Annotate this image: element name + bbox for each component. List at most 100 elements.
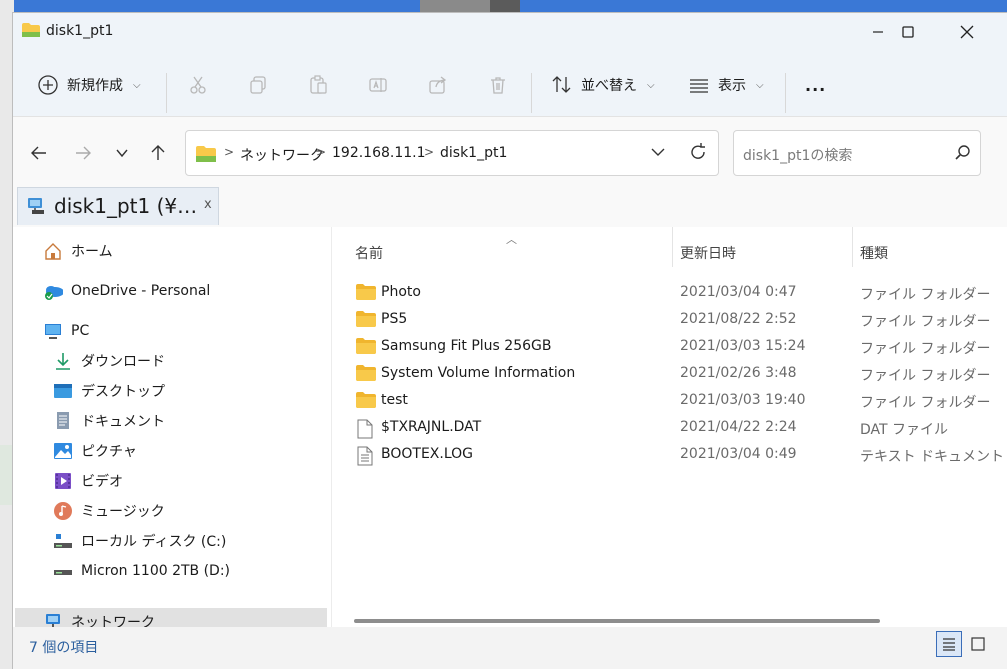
file-row[interactable]: test 2021/03/03 19:40 ファイル フォルダー	[332, 387, 1007, 414]
file-list-pane: ︿ 名前 更新日時 種類 Photo 2021/03/04 0:47 ファイル フォ…	[331, 227, 1007, 627]
divider	[531, 73, 532, 113]
file-name: BOOTEX.LOG	[381, 446, 474, 462]
file-date: 2021/08/22 2:52	[680, 311, 797, 327]
breadcrumb-chevron-icon: >	[224, 145, 235, 159]
sidebar-item-documents[interactable]: ドキュメント	[53, 407, 165, 435]
file-row[interactable]: Samsung Fit Plus 256GB 2021/03/03 15:24 ファ…	[332, 333, 1007, 360]
up-button[interactable]	[144, 139, 172, 167]
forward-button[interactable]	[69, 139, 97, 167]
address-bar[interactable]: > ネットワーク > 192.168.11.1 > disk1_pt1	[185, 130, 719, 176]
file-name: $TXRAJNL.DAT	[381, 419, 482, 435]
sidebar-item-pictures[interactable]: ピクチャ	[53, 437, 137, 465]
sidebar-item-label: ホーム	[71, 244, 113, 260]
close-button[interactable]	[938, 13, 996, 51]
recent-locations-button[interactable]	[108, 139, 136, 167]
file-icon	[356, 419, 374, 443]
breadcrumb-share[interactable]: disk1_pt1	[440, 145, 507, 161]
navigation-pane: ホーム OneDrive - Personal PC ダウンロード デスクトップ	[13, 227, 331, 636]
pc-icon	[43, 321, 63, 341]
sort-button[interactable]: 並べ替え ⌵	[551, 71, 655, 99]
search-box[interactable]: disk1_pt1の検索	[733, 130, 981, 176]
sidebar-item-onedrive[interactable]: OneDrive - Personal	[43, 277, 210, 305]
list-view-icon	[690, 79, 708, 93]
sidebar-item-drive-c[interactable]: ローカル ディスク (C:)	[53, 527, 226, 555]
desktop-icon	[53, 381, 73, 401]
file-row[interactable]: PS5 2021/08/22 2:52 ファイル フォルダー	[332, 306, 1007, 333]
sidebar-item-music[interactable]: ミュージック	[53, 497, 165, 525]
file-name: Samsung Fit Plus 256GB	[381, 338, 552, 354]
download-icon	[53, 351, 73, 371]
chevron-down-icon[interactable]	[648, 142, 668, 162]
column-divider[interactable]	[852, 227, 853, 267]
chevron-down-icon: ⌵	[756, 79, 764, 91]
sort-ascending-icon: ︿	[506, 233, 517, 246]
sidebar-item-home[interactable]: ホーム	[43, 237, 113, 265]
details-view-icon	[943, 638, 955, 651]
arrow-left-icon	[31, 146, 46, 160]
sort-icon	[552, 76, 571, 93]
onedrive-icon	[43, 281, 63, 301]
file-name: System Volume Information	[381, 365, 576, 381]
breadcrumb-network[interactable]: ネットワーク	[240, 145, 324, 165]
file-row[interactable]: $TXRAJNL.DAT 2021/04/22 2:24 DAT ファイル	[332, 414, 1007, 441]
sidebar-item-label: Micron 1100 2TB (D:)	[81, 563, 231, 579]
paste-icon[interactable]	[306, 73, 330, 97]
sidebar-item-desktop[interactable]: デスクトップ	[53, 377, 165, 405]
back-button[interactable]	[25, 139, 53, 167]
folder-icon	[356, 338, 376, 358]
column-header-date[interactable]: 更新日時	[680, 243, 736, 263]
sidebar-item-pc[interactable]: PC	[43, 317, 89, 345]
delete-icon[interactable]	[486, 73, 510, 97]
more-icon: ...	[805, 75, 827, 95]
sort-button-label: 並べ替え	[581, 78, 637, 94]
folder-icon	[196, 146, 216, 162]
share-icon[interactable]	[426, 73, 450, 97]
view-button-label: 表示	[718, 78, 746, 94]
plus-circle-icon	[38, 75, 58, 95]
close-tab-icon[interactable]: x	[204, 197, 212, 212]
folder-icon	[22, 23, 40, 37]
tab-disk1-pt1[interactable]: disk1_pt1 (¥… x	[17, 187, 219, 225]
sidebar-item-drive-d[interactable]: Micron 1100 2TB (D:)	[53, 557, 230, 585]
arrow-right-icon	[76, 146, 91, 160]
sidebar-item-label: ローカル ディスク (C:)	[81, 534, 227, 550]
music-icon	[53, 501, 73, 521]
tab-row: disk1_pt1 (¥… x	[13, 187, 1007, 227]
copy-icon[interactable]	[246, 73, 270, 97]
file-type: ファイル フォルダー	[860, 314, 991, 330]
arrow-up-icon	[151, 145, 165, 160]
maximize-button[interactable]	[879, 13, 937, 51]
horizontal-scrollbar[interactable]	[354, 619, 880, 623]
file-date: 2021/04/22 2:24	[680, 419, 797, 435]
tab-label: disk1_pt1 (¥…	[54, 194, 198, 218]
document-icon	[53, 411, 73, 431]
title-bar[interactable]: disk1_pt1	[13, 13, 1007, 51]
breadcrumb-chevron-icon: >	[316, 145, 327, 159]
rename-icon[interactable]	[366, 73, 390, 97]
column-header-type[interactable]: 種類	[860, 243, 888, 263]
column-divider[interactable]	[672, 227, 673, 267]
file-row[interactable]: Photo 2021/03/04 0:47 ファイル フォルダー	[332, 279, 1007, 306]
file-name: test	[381, 392, 408, 408]
new-button[interactable]: 新規作成 ⌵	[37, 71, 141, 99]
search-input[interactable]: disk1_pt1の検索	[743, 145, 852, 165]
video-icon	[53, 471, 73, 491]
sidebar-item-label: デスクトップ	[81, 384, 165, 400]
sidebar-item-label: ダウンロード	[81, 354, 165, 370]
sidebar-item-videos[interactable]: ビデオ	[53, 467, 123, 495]
chevron-down-icon	[116, 149, 128, 158]
folder-icon	[356, 365, 376, 385]
more-button[interactable]: ...	[805, 71, 826, 99]
column-header-name[interactable]: 名前	[355, 243, 383, 263]
file-row[interactable]: BOOTEX.LOG 2021/03/04 0:49 テキスト ドキュメント	[332, 441, 1007, 468]
view-button[interactable]: 表示 ⌵	[688, 71, 764, 99]
file-row[interactable]: System Volume Information 2021/02/26 3:48…	[332, 360, 1007, 387]
cut-icon[interactable]	[186, 73, 210, 97]
file-type: ファイル フォルダー	[860, 287, 991, 303]
details-view-button[interactable]	[936, 631, 962, 657]
refresh-icon[interactable]	[688, 142, 708, 162]
tiles-view-button[interactable]	[965, 631, 991, 657]
breadcrumb-host[interactable]: 192.168.11.1	[332, 145, 426, 161]
chevron-down-icon: ⌵	[133, 79, 141, 91]
sidebar-item-downloads[interactable]: ダウンロード	[53, 347, 165, 375]
